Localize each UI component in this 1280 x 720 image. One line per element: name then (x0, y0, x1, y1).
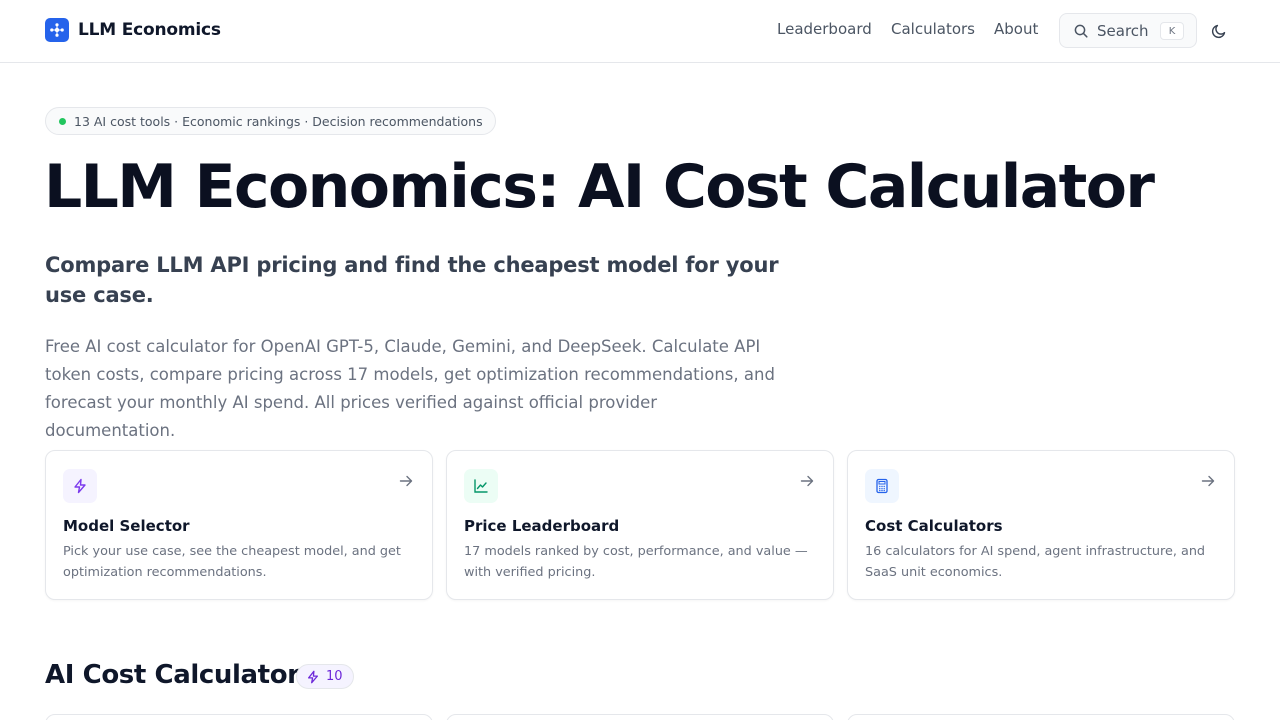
theme-toggle[interactable] (1208, 20, 1230, 42)
search-icon (1074, 24, 1088, 38)
site-header: LLM Economics Leaderboard Calculators Ab… (0, 0, 1280, 63)
calculator-card[interactable] (45, 714, 433, 720)
card-description: Pick your use case, see the cheapest mod… (63, 544, 401, 580)
nav-about[interactable]: About (994, 20, 1038, 38)
logo-icon (45, 18, 69, 42)
count-badge-value: 10 (326, 669, 343, 684)
card-title: Cost Calculators (865, 517, 1003, 535)
arrow-right-icon (800, 475, 814, 487)
search-button[interactable]: Search K (1059, 13, 1197, 48)
arrow-right-icon (399, 475, 413, 487)
arrow-right-icon (1201, 475, 1215, 487)
calculator-card[interactable] (847, 714, 1235, 720)
features-pill: 13 AI cost tools · Economic rankings · D… (45, 107, 496, 135)
card-model-selector[interactable]: Model Selector Pick your use case, see t… (45, 450, 433, 600)
page-description: Free AI cost calculator for OpenAI GPT-5… (45, 337, 775, 440)
card-description: 17 models ranked by cost, performance, a… (464, 544, 808, 580)
card-description: 16 calculators for AI spend, agent infra… (865, 544, 1206, 580)
page-title: LLM Economics: AI Cost Calculator (44, 152, 1155, 222)
logo-text: LLM Economics (78, 20, 221, 40)
nav-leaderboard[interactable]: Leaderboard (777, 20, 872, 38)
nav-calculators[interactable]: Calculators (891, 20, 975, 38)
section-title: AI Cost Calculators (45, 660, 315, 690)
page-subtitle: Compare LLM API pricing and find the che… (45, 253, 779, 307)
calculator-icon (865, 469, 899, 503)
status-dot (59, 118, 66, 125)
search-label: Search (1097, 21, 1149, 40)
calculator-card[interactable] (446, 714, 834, 720)
lightning-icon (307, 670, 319, 683)
card-title: Price Leaderboard (464, 517, 620, 535)
logo-link[interactable]: LLM Economics (45, 18, 221, 42)
features-pill-text: 13 AI cost tools · Economic rankings · D… (74, 113, 483, 129)
card-price-leaderboard[interactable]: Price Leaderboard 17 models ranked by co… (446, 450, 834, 600)
card-title: Model Selector (63, 517, 190, 535)
search-shortcut: K (1160, 22, 1184, 40)
count-badge: 10 (296, 664, 354, 689)
moon-icon (1211, 24, 1226, 39)
card-cost-calculators[interactable]: Cost Calculators 16 calculators for AI s… (847, 450, 1235, 600)
chart-icon (464, 469, 498, 503)
lightning-icon (63, 469, 97, 503)
